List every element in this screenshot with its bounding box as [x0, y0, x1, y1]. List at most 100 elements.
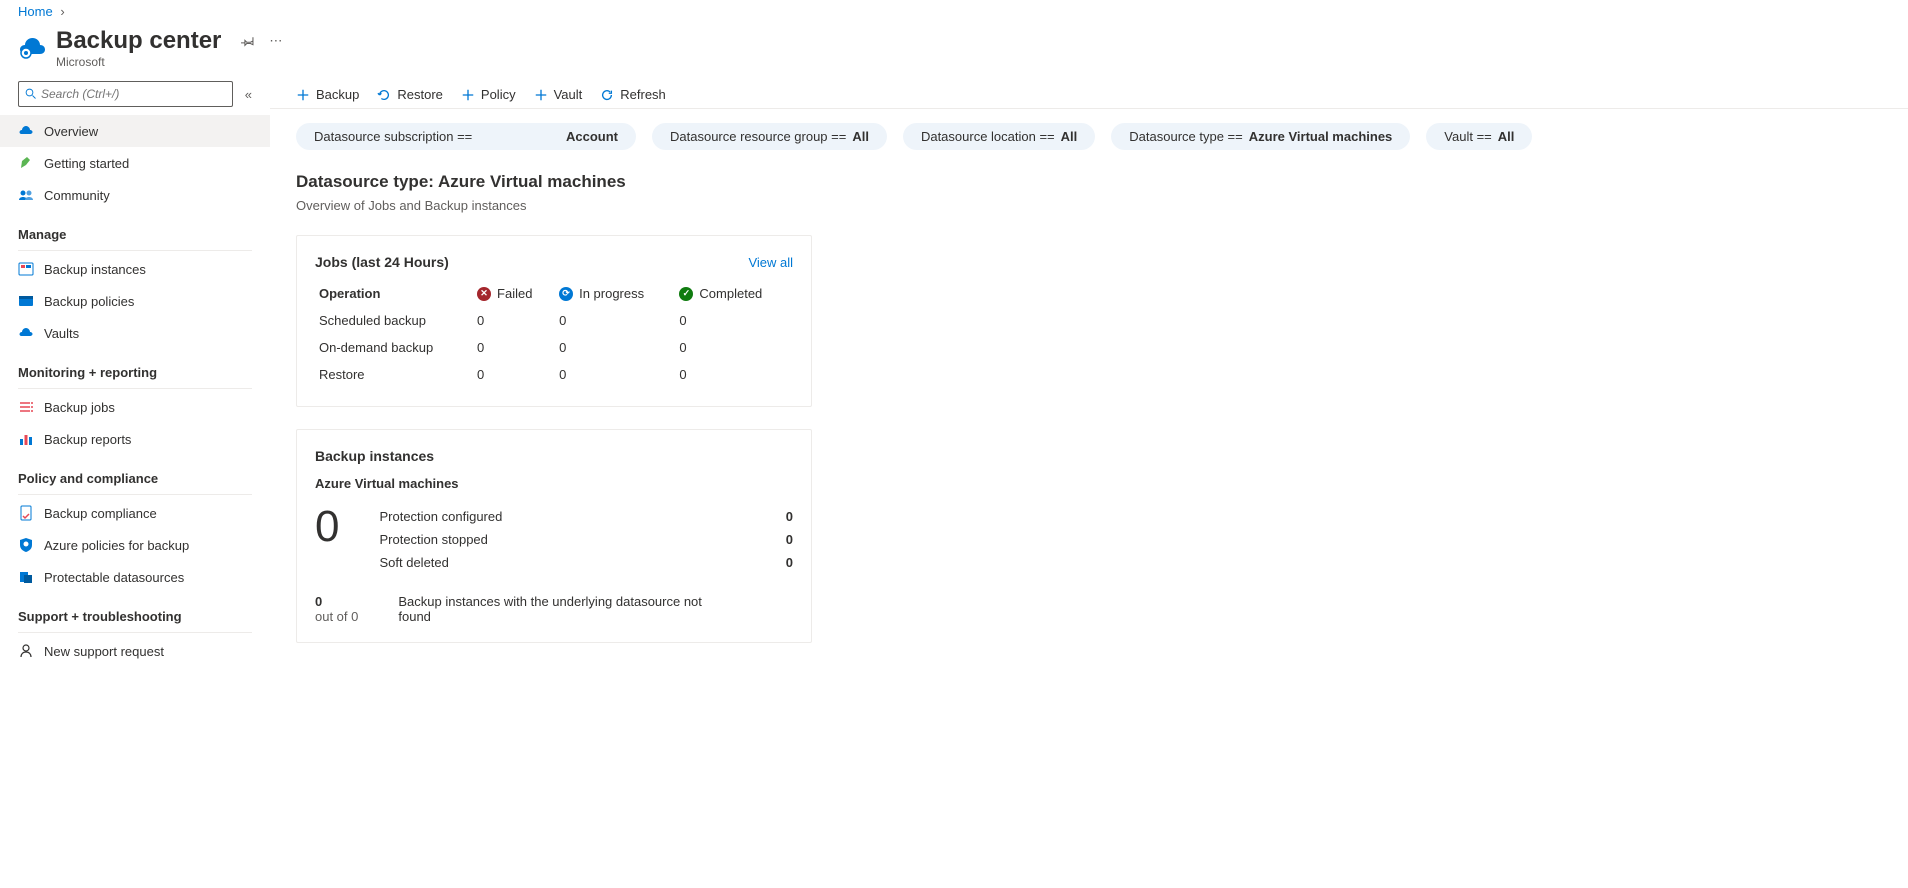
backup-instances-icon: [18, 261, 34, 277]
sidebar-item-backup-jobs[interactable]: Backup jobs: [0, 391, 270, 423]
chevron-right-icon: ›: [60, 4, 64, 19]
bi-foot-count: 0 out of 0: [315, 594, 358, 624]
sidebar-item-label: Backup jobs: [44, 400, 115, 415]
inprogress-icon: ⟳: [559, 287, 573, 301]
sidebar-item-backup-reports[interactable]: Backup reports: [0, 423, 270, 455]
sidebar-item-label: Backup compliance: [44, 506, 157, 521]
sidebar-item-label: Backup instances: [44, 262, 146, 277]
toolbar: Backup Restore Policy Vault Refresh: [270, 81, 1908, 109]
content-title: Datasource type: Azure Virtual machines: [296, 172, 1882, 192]
sidebar-item-backup-policies[interactable]: Backup policies: [0, 285, 270, 317]
search-icon: [25, 88, 37, 100]
bi-total-count: 0: [315, 505, 339, 574]
sidebar-item-label: Community: [44, 188, 110, 203]
sidebar-section-support: Support + troubleshooting: [0, 593, 270, 630]
plus-icon: [461, 88, 475, 102]
sidebar-item-community[interactable]: Community: [0, 179, 270, 211]
completed-icon: ✓: [679, 287, 693, 301]
main-content: Backup Restore Policy Vault Refresh Data…: [270, 81, 1908, 667]
sidebar-item-label: Backup reports: [44, 432, 131, 447]
sidebar-item-new-support[interactable]: New support request: [0, 635, 270, 667]
support-icon: [18, 643, 34, 659]
more-icon[interactable]: ⋯: [269, 33, 282, 49]
breadcrumb: Home ›: [0, 0, 1908, 23]
backup-button[interactable]: Backup: [296, 87, 359, 102]
vault-button[interactable]: Vault: [534, 87, 583, 102]
sidebar-item-azure-policies[interactable]: Azure policies for backup: [0, 529, 270, 561]
table-row: Scheduled backup000: [315, 307, 793, 334]
bi-card-subtitle: Azure Virtual machines: [315, 476, 793, 491]
filter-label: Vault ==: [1444, 129, 1491, 144]
jobs-card: Jobs (last 24 Hours) View all Operation …: [296, 235, 812, 407]
refresh-button[interactable]: Refresh: [600, 87, 666, 102]
collapse-sidebar-icon[interactable]: «: [245, 87, 252, 102]
filter-label: Datasource resource group ==: [670, 129, 846, 144]
sidebar-item-label: Protectable datasources: [44, 570, 184, 585]
bi-card-title: Backup instances: [315, 448, 793, 464]
toolbar-label: Policy: [481, 87, 516, 102]
sidebar-item-label: Overview: [44, 124, 98, 139]
policy-button[interactable]: Policy: [461, 87, 516, 102]
sidebar-item-vaults[interactable]: Vaults: [0, 317, 270, 349]
sidebar-item-protectable[interactable]: Protectable datasources: [0, 561, 270, 593]
filter-label: Datasource location ==: [921, 129, 1055, 144]
filter-vault[interactable]: Vault == All: [1426, 123, 1532, 150]
filter-type[interactable]: Datasource type == Azure Virtual machine…: [1111, 123, 1410, 150]
pin-icon[interactable]: [241, 34, 255, 48]
sidebar-item-backup-instances[interactable]: Backup instances: [0, 253, 270, 285]
search-input-wrapper[interactable]: [18, 81, 233, 107]
filter-subscription[interactable]: Datasource subscription == Account: [296, 123, 636, 150]
restore-button[interactable]: Restore: [377, 87, 443, 102]
refresh-icon: [600, 88, 614, 102]
view-all-link[interactable]: View all: [748, 255, 793, 270]
failed-icon: ✕: [477, 287, 491, 301]
filter-value: Azure Virtual machines: [1249, 129, 1393, 144]
backup-compliance-icon: [18, 505, 34, 521]
protectable-icon: [18, 569, 34, 585]
toolbar-label: Backup: [316, 87, 359, 102]
filter-value: All: [1498, 129, 1515, 144]
toolbar-label: Refresh: [620, 87, 666, 102]
filter-value: Account: [566, 129, 618, 144]
toolbar-label: Vault: [554, 87, 583, 102]
content-subtitle: Overview of Jobs and Backup instances: [296, 198, 1882, 213]
azure-policies-icon: [18, 537, 34, 553]
sidebar-section-policy: Policy and compliance: [0, 455, 270, 492]
table-row: Restore000: [315, 361, 793, 388]
vaults-icon: [18, 325, 34, 341]
sidebar-item-label: Getting started: [44, 156, 129, 171]
backup-policies-icon: [18, 293, 34, 309]
backup-reports-icon: [18, 431, 34, 447]
sidebar-item-label: Backup policies: [44, 294, 134, 309]
bi-foot-text: Backup instances with the underlying dat…: [398, 594, 718, 624]
bi-stat-row: Protection stopped0: [379, 528, 793, 551]
sidebar: « Overview Getting started Community Man…: [0, 81, 270, 667]
col-operation: Operation: [315, 280, 473, 307]
search-input[interactable]: [41, 87, 226, 101]
col-completed: ✓Completed: [675, 280, 793, 307]
filter-row: Datasource subscription == Account Datas…: [270, 109, 1908, 164]
table-row: On-demand backup000: [315, 334, 793, 361]
col-inprogress: ⟳In progress: [555, 280, 675, 307]
restore-icon: [377, 88, 391, 102]
backup-jobs-icon: [18, 399, 34, 415]
filter-location[interactable]: Datasource location == All: [903, 123, 1095, 150]
plus-icon: [534, 88, 548, 102]
sidebar-item-label: Vaults: [44, 326, 79, 341]
breadcrumb-home[interactable]: Home: [18, 4, 53, 19]
bi-stat-row: Soft deleted0: [379, 551, 793, 574]
filter-label: Datasource subscription ==: [314, 129, 472, 144]
sidebar-item-label: Azure policies for backup: [44, 538, 189, 553]
jobs-table: Operation ✕Failed ⟳In progress ✓Complete…: [315, 280, 793, 388]
filter-value: All: [852, 129, 869, 144]
page-header: Backup center ⋯ Microsoft: [0, 23, 1908, 81]
toolbar-label: Restore: [397, 87, 443, 102]
filter-resource-group[interactable]: Datasource resource group == All: [652, 123, 887, 150]
page-title: Backup center: [56, 27, 221, 55]
getting-started-icon: [18, 155, 34, 171]
sidebar-section-monitoring: Monitoring + reporting: [0, 349, 270, 386]
plus-icon: [296, 88, 310, 102]
sidebar-item-backup-compliance[interactable]: Backup compliance: [0, 497, 270, 529]
sidebar-item-getting-started[interactable]: Getting started: [0, 147, 270, 179]
sidebar-item-overview[interactable]: Overview: [0, 115, 270, 147]
